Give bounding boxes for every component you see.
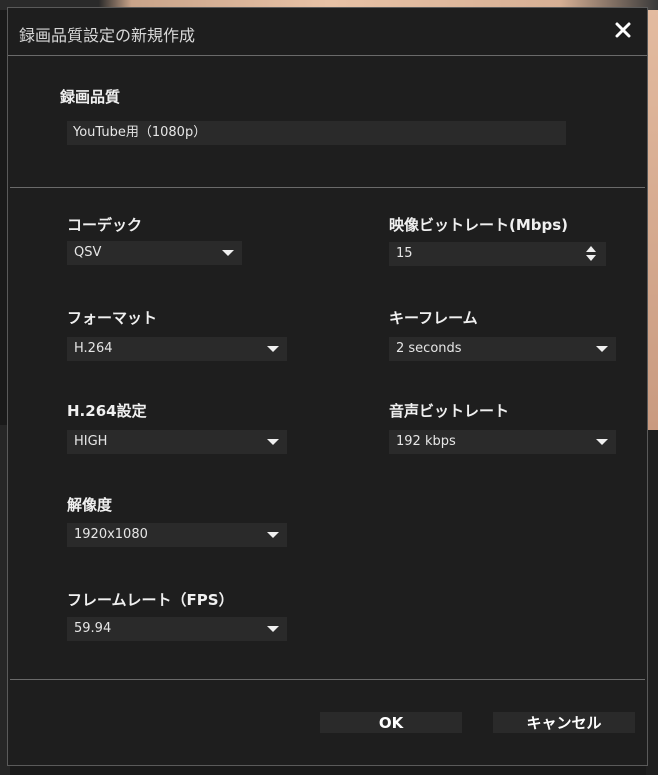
- close-icon: [615, 22, 631, 38]
- resolution-label: 解像度: [67, 496, 113, 514]
- chevron-down-icon: [267, 532, 279, 538]
- framerate-label: フレームレート（FPS）: [67, 591, 234, 609]
- h264-settings-select[interactable]: HIGH: [67, 430, 287, 454]
- framerate-value: 59.94: [74, 621, 112, 636]
- keyframe-label: キーフレーム: [389, 309, 478, 327]
- audio-bitrate-value: 192 kbps: [396, 434, 456, 449]
- chevron-down-icon: [596, 439, 608, 445]
- resolution-select[interactable]: 1920x1080: [67, 523, 287, 547]
- h264-settings-label: H.264設定: [67, 402, 147, 420]
- h264-settings-value: HIGH: [74, 434, 108, 449]
- chevron-down-icon: [267, 626, 279, 632]
- format-value: H.264: [74, 341, 113, 356]
- close-button[interactable]: [611, 18, 635, 42]
- dialog-title: 録画品質設定の新規作成: [19, 26, 196, 45]
- decrement-icon[interactable]: [586, 255, 596, 261]
- video-bitrate-label: 映像ビットレート(Mbps): [389, 216, 569, 234]
- format-select[interactable]: H.264: [67, 337, 287, 361]
- quality-name-input[interactable]: YouTube用（1080p）: [67, 121, 566, 145]
- video-bitrate-stepper[interactable]: 15: [389, 242, 606, 266]
- divider-bottom: [10, 679, 645, 680]
- resolution-value: 1920x1080: [74, 527, 148, 542]
- quality-label: 録画品質: [60, 88, 121, 106]
- dialog-titlebar: 録画品質設定の新規作成: [8, 8, 647, 56]
- keyframe-select[interactable]: 2 seconds: [389, 337, 616, 361]
- divider-top: [10, 187, 645, 188]
- codec-value: QSV: [74, 245, 102, 260]
- chevron-down-icon: [596, 346, 608, 352]
- framerate-select[interactable]: 59.94: [67, 617, 287, 641]
- increment-icon[interactable]: [586, 246, 596, 252]
- video-bitrate-value: 15: [396, 246, 413, 261]
- keyframe-value: 2 seconds: [396, 341, 462, 356]
- chevron-down-icon: [267, 346, 279, 352]
- codec-select[interactable]: QSV: [67, 241, 242, 265]
- chevron-down-icon: [222, 250, 234, 256]
- codec-label: コーデック: [67, 216, 143, 234]
- audio-bitrate-select[interactable]: 192 kbps: [389, 430, 616, 454]
- cancel-button[interactable]: キャンセル: [493, 712, 635, 733]
- recording-quality-dialog: 録画品質設定の新規作成 録画品質 YouTube用（1080p） コーデック Q…: [7, 7, 648, 766]
- audio-bitrate-label: 音声ビットレート: [389, 402, 510, 420]
- format-label: フォーマット: [67, 309, 158, 327]
- ok-button[interactable]: OK: [320, 712, 462, 733]
- chevron-down-icon: [267, 439, 279, 445]
- spinner-icon[interactable]: [586, 246, 596, 262]
